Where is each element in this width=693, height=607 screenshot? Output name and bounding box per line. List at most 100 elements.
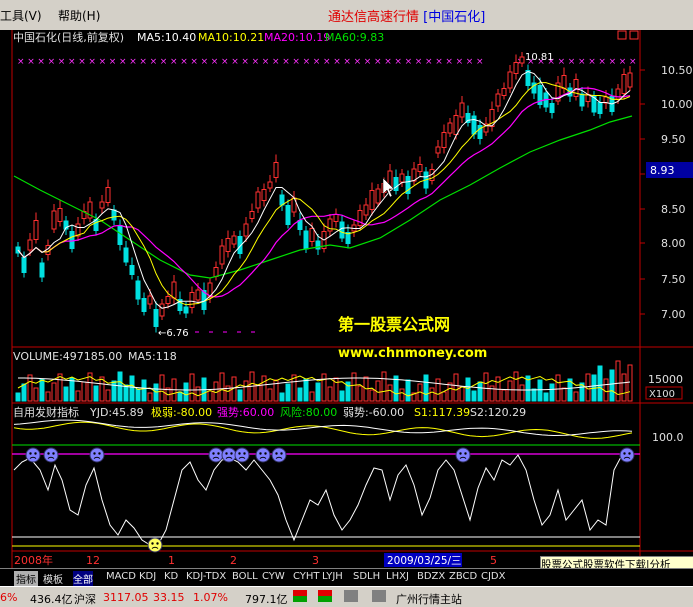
volume-bar bbox=[81, 381, 87, 402]
tab-全部[interactable]: 全部 bbox=[73, 571, 93, 586]
status-hushen[interactable]: 沪深 bbox=[74, 591, 96, 607]
candle bbox=[129, 265, 135, 275]
signal-x: × bbox=[78, 57, 86, 67]
face-signal-icon bbox=[147, 537, 163, 553]
chart-area[interactable]: 中国石化(日线,前复权) MA5:10.40 MA10:10.21 MA20:1… bbox=[0, 30, 693, 568]
signal-x: × bbox=[629, 57, 637, 67]
candle bbox=[147, 295, 153, 305]
tab-sdlh[interactable]: SDLH bbox=[353, 571, 380, 582]
volume-bar bbox=[399, 388, 405, 402]
signal-x: × bbox=[221, 57, 229, 67]
candle bbox=[243, 223, 249, 237]
volume-bar bbox=[597, 365, 603, 402]
volume-bar bbox=[69, 377, 75, 402]
candle bbox=[447, 122, 453, 134]
candle bbox=[621, 74, 627, 94]
face-signal-icon bbox=[271, 447, 287, 463]
candle bbox=[33, 220, 39, 240]
signal-x: × bbox=[558, 57, 566, 67]
axis-month-5: 5 bbox=[490, 554, 497, 567]
signal-x: × bbox=[99, 57, 107, 67]
candle bbox=[69, 231, 75, 249]
tab-cyht[interactable]: CYHT bbox=[293, 571, 320, 582]
tab-kdj[interactable]: KDJ bbox=[139, 571, 156, 582]
tab-lhxj[interactable]: LHXJ bbox=[386, 571, 409, 582]
volume-bar bbox=[627, 364, 633, 402]
tab-kd[interactable]: KD bbox=[164, 571, 178, 582]
candle bbox=[561, 75, 567, 89]
tab-cjdx[interactable]: CJDX bbox=[481, 571, 505, 582]
axis-month-1: 1 bbox=[168, 554, 175, 567]
candle bbox=[141, 298, 147, 312]
signal-x: × bbox=[109, 57, 117, 67]
candle bbox=[123, 247, 129, 263]
tab-zbcd[interactable]: ZBCD bbox=[449, 571, 477, 582]
face-signal-icon bbox=[89, 447, 105, 463]
tab-模板[interactable]: 模板 bbox=[43, 571, 63, 586]
high-price-label: 10.81 bbox=[525, 52, 554, 63]
signal-x: × bbox=[201, 57, 209, 67]
signal-x: × bbox=[272, 57, 280, 67]
restore-icon[interactable] bbox=[617, 30, 627, 40]
signal-x: × bbox=[609, 57, 617, 67]
candle bbox=[453, 115, 459, 135]
volume-bar bbox=[147, 392, 153, 402]
face-signal-icon bbox=[619, 447, 635, 463]
tab-macd[interactable]: MACD bbox=[106, 571, 136, 582]
candle bbox=[267, 181, 273, 189]
status-bar: 6% 436.4亿 沪深 3117.05 33.15 1.07% 797.1亿 … bbox=[0, 586, 693, 607]
volume-bar bbox=[609, 369, 615, 402]
volume-bar bbox=[177, 391, 183, 402]
candle bbox=[369, 190, 375, 210]
volume-bar bbox=[267, 388, 273, 402]
price-axis: 10.5010.009.509.008.508.007.507.00 bbox=[640, 64, 693, 321]
face-signal-icon bbox=[455, 447, 471, 463]
volume-bar bbox=[543, 392, 549, 402]
volume-bar bbox=[501, 389, 507, 402]
axis-month-12: 12 bbox=[86, 554, 100, 567]
status-station[interactable]: 广州行情主站 bbox=[396, 591, 462, 607]
candle bbox=[339, 221, 345, 239]
status-hs-value: 3117.05 bbox=[103, 591, 149, 604]
volume-bar bbox=[381, 371, 387, 402]
signal-x: × bbox=[619, 57, 627, 67]
tab-cyw[interactable]: CYW bbox=[262, 571, 285, 582]
signal-x: × bbox=[282, 57, 290, 67]
candle bbox=[249, 211, 255, 219]
volume-bar bbox=[531, 388, 537, 402]
signal-bar-icon-3 bbox=[344, 590, 358, 602]
candle bbox=[105, 187, 111, 203]
ma60-label: MA60:9.83 bbox=[325, 31, 384, 44]
signal-x: × bbox=[17, 57, 25, 67]
window-title-stock: [中国石化] bbox=[423, 10, 486, 25]
low-price-label: ←6.76 bbox=[158, 328, 189, 339]
volume-bar bbox=[447, 382, 453, 402]
volume-bar bbox=[207, 390, 213, 402]
tab-bdzx[interactable]: BDZX bbox=[417, 571, 445, 582]
candle bbox=[261, 189, 267, 201]
tab-指标[interactable]: 指标 bbox=[14, 571, 38, 586]
candle bbox=[285, 205, 291, 225]
tab-lyjh[interactable]: LYJH bbox=[322, 571, 343, 582]
face-signal-icon bbox=[255, 447, 271, 463]
volume-bar bbox=[405, 379, 411, 402]
signal-x: × bbox=[394, 57, 402, 67]
candle bbox=[195, 289, 201, 301]
signal-x: × bbox=[598, 57, 606, 67]
date-cursor-text: 2009/03/25/三 bbox=[387, 555, 462, 567]
tab-boll[interactable]: BOLL bbox=[232, 571, 258, 582]
volume-bar bbox=[321, 373, 327, 402]
signal-x: × bbox=[27, 57, 35, 67]
candle bbox=[111, 209, 117, 221]
menu-help[interactable]: 帮助(H) bbox=[58, 7, 100, 24]
tab-kdj-tdx[interactable]: KDJ-TDX bbox=[186, 571, 226, 582]
volume-bar bbox=[105, 389, 111, 402]
candle bbox=[435, 146, 441, 154]
signal-x: × bbox=[303, 57, 311, 67]
menu-tools[interactable]: 工具(V) bbox=[0, 7, 42, 24]
signal-x: × bbox=[466, 57, 474, 67]
maximize-icon[interactable] bbox=[629, 30, 639, 40]
window-title-prefix: 通达信高速行情 bbox=[328, 10, 424, 25]
ma20-label: MA20:10.19 bbox=[264, 31, 330, 44]
signal-x: × bbox=[231, 57, 239, 67]
